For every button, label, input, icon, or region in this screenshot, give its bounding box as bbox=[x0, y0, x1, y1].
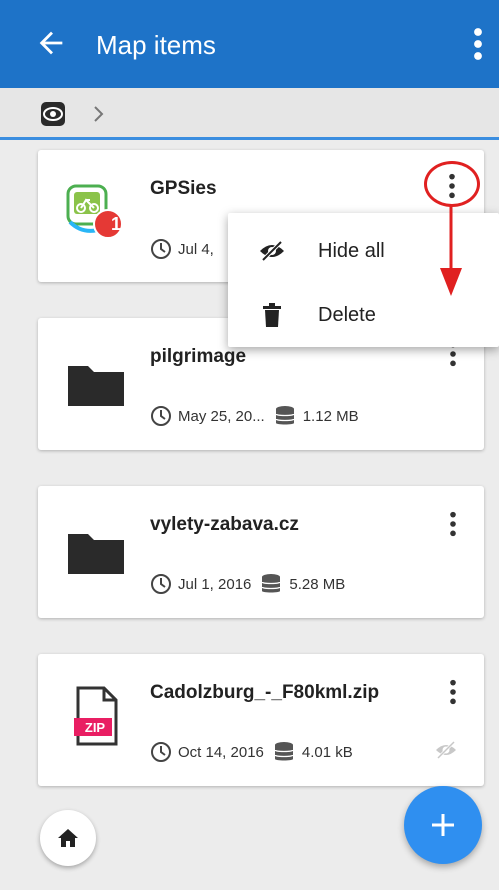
annotation-circle bbox=[424, 161, 480, 207]
chevron-right-icon bbox=[94, 106, 104, 122]
annotation-arrow-icon bbox=[440, 206, 462, 296]
home-icon bbox=[58, 829, 78, 847]
add-button[interactable] bbox=[404, 786, 482, 864]
item-date: Oct 14, 2016 bbox=[178, 743, 264, 761]
folder-icon bbox=[68, 366, 124, 406]
item-date: Jul 4, bbox=[178, 240, 214, 258]
item-badge: 1 bbox=[110, 214, 121, 234]
item-name: pilgrimage bbox=[150, 346, 247, 367]
item-overflow-icon[interactable] bbox=[448, 510, 458, 538]
item-size: 4.01 kB bbox=[301, 743, 353, 761]
list-item[interactable]: vylety-zabava.cz Jul 1, 2016 5.28 MB bbox=[38, 486, 484, 618]
zip-file-icon bbox=[74, 686, 118, 746]
database-icon bbox=[261, 574, 282, 593]
map-items-root-icon[interactable] bbox=[40, 101, 66, 127]
item-date: Jul 1, 2016 bbox=[178, 575, 252, 593]
item-size: 1.12 MB bbox=[302, 407, 359, 425]
folder-icon bbox=[68, 534, 124, 574]
item-name: vylety-zabava.cz bbox=[150, 514, 299, 535]
item-meta: Oct 14, 2016 4.01 kB bbox=[150, 740, 353, 764]
database-icon bbox=[275, 406, 295, 425]
eye-off-icon bbox=[258, 237, 286, 265]
item-date: May 25, 20... bbox=[178, 407, 265, 425]
clock-icon bbox=[151, 742, 171, 762]
item-meta: Jul 4, bbox=[150, 238, 214, 260]
app-bar: Map items bbox=[0, 0, 499, 88]
item-overflow-icon[interactable] bbox=[448, 678, 458, 706]
trash-icon bbox=[258, 301, 286, 329]
zip-label: ZIP bbox=[84, 720, 106, 735]
list-item[interactable]: ZIP Cadolzburg_-_F80kml.zip Oct 14, 2016… bbox=[38, 654, 484, 786]
eye-off-icon[interactable] bbox=[434, 740, 458, 760]
item-meta: Jul 1, 2016 5.28 MB bbox=[150, 572, 345, 596]
back-arrow-icon[interactable] bbox=[34, 26, 68, 60]
menu-item-label: Delete bbox=[318, 303, 376, 326]
breadcrumb bbox=[0, 88, 499, 140]
page-title: Map items bbox=[96, 30, 216, 60]
database-icon bbox=[274, 742, 294, 761]
plus-icon bbox=[432, 814, 454, 836]
overflow-menu-icon[interactable] bbox=[470, 26, 486, 62]
clock-icon bbox=[151, 406, 171, 426]
item-size: 5.28 MB bbox=[289, 575, 346, 593]
menu-item-label: Hide all bbox=[318, 239, 385, 262]
clock-icon bbox=[151, 239, 171, 259]
item-meta: May 25, 20... 1.12 MB bbox=[150, 404, 359, 428]
item-name: Cadolzburg_-_F80kml.zip bbox=[150, 682, 380, 703]
item-name: GPSies bbox=[150, 178, 217, 199]
clock-icon bbox=[151, 574, 171, 594]
home-button[interactable] bbox=[40, 810, 96, 866]
